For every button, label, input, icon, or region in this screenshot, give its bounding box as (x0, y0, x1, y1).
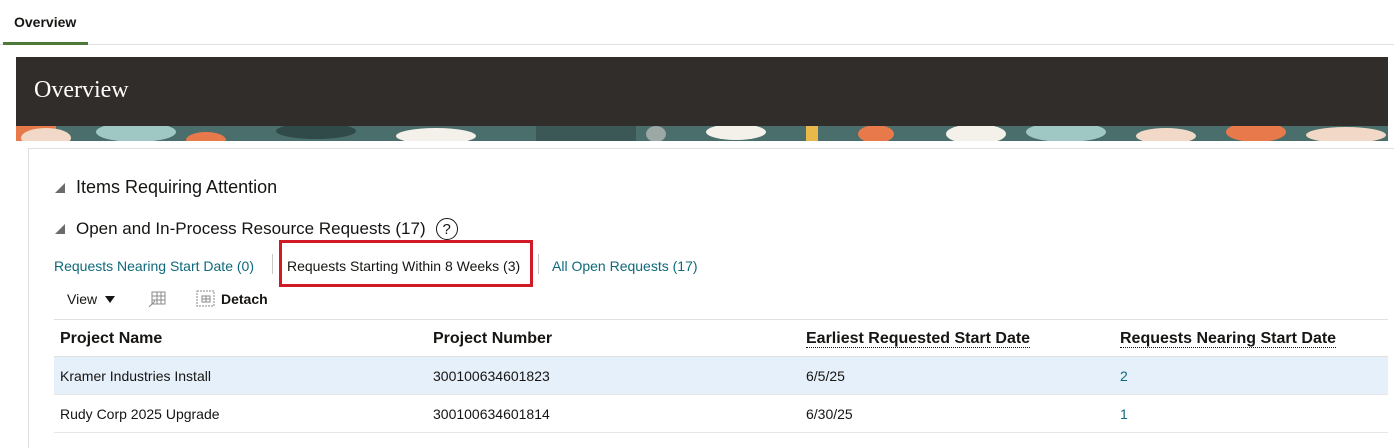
tab-overview[interactable]: Overview (3, 0, 88, 45)
table-row[interactable]: Rudy Corp 2025 Upgrade 300100634601814 6… (54, 395, 1388, 433)
section-items-requiring-attention[interactable]: Items Requiring Attention (54, 177, 277, 198)
tab-bar: Overview (0, 0, 1394, 45)
collapse-triangle-icon[interactable] (54, 182, 66, 194)
help-icon[interactable]: ? (435, 218, 458, 240)
cell-requests-nearing-link[interactable]: 2 (1120, 368, 1128, 384)
cell-start-date: 6/5/25 (806, 368, 845, 384)
view-label: View (67, 291, 98, 307)
column-header-earliest-start-date[interactable]: Earliest Requested Start Date (806, 330, 1031, 348)
detach-button[interactable]: Detach (221, 291, 268, 307)
section-resource-requests[interactable]: Open and In-Process Resource Requests (1… (54, 218, 458, 240)
cell-project-number: 300100634601814 (433, 406, 550, 422)
section-title: Items Requiring Attention (76, 177, 278, 197)
column-header-project-name[interactable]: Project Name (60, 330, 162, 348)
collapse-triangle-icon[interactable] (54, 223, 66, 235)
cell-project-number: 300100634601823 (433, 368, 550, 384)
column-header-requests-nearing[interactable]: Requests Nearing Start Date (1120, 330, 1337, 348)
requests-table: Project Name Project Number Earliest Req… (54, 319, 1388, 433)
cell-project-name: Rudy Corp 2025 Upgrade (60, 406, 220, 422)
view-menu-button[interactable]: View (67, 291, 116, 307)
freeze-columns-icon[interactable] (147, 290, 167, 308)
section-title: Open and In-Process Resource Requests (1… (76, 219, 426, 238)
caret-down-icon (105, 295, 116, 303)
page-banner: Overview (16, 57, 1388, 126)
detach-icon[interactable] (196, 290, 215, 307)
table-row[interactable]: Kramer Industries Install 30010063460182… (54, 357, 1388, 395)
cell-start-date: 6/30/25 (806, 406, 853, 422)
cell-requests-nearing-link[interactable]: 1 (1120, 406, 1128, 422)
filter-requests-nearing-start[interactable]: Requests Nearing Start Date (0) (54, 258, 254, 274)
divider (538, 254, 539, 274)
highlight-box (279, 240, 533, 287)
filter-all-open-requests[interactable]: All Open Requests (17) (552, 258, 698, 274)
column-header-project-number[interactable]: Project Number (433, 330, 552, 348)
table-header: Project Name Project Number Earliest Req… (54, 319, 1388, 357)
banner-artwork (16, 126, 1388, 141)
page-title: Overview (34, 77, 129, 103)
divider (272, 254, 273, 274)
cell-project-name: Kramer Industries Install (60, 368, 211, 384)
